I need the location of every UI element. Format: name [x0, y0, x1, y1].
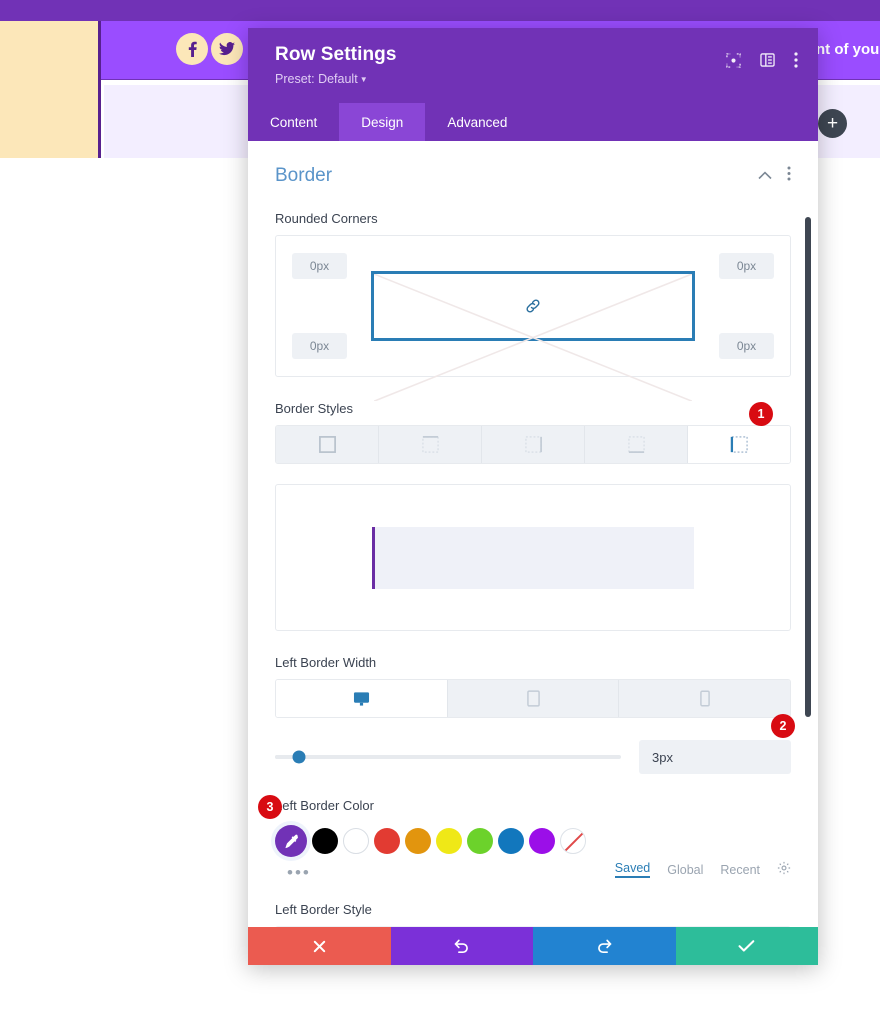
border-styles-group	[275, 425, 791, 464]
modal-header: Row Settings Preset: Default ▼	[248, 28, 818, 103]
more-colors-button[interactable]: •••	[287, 864, 311, 881]
corner-bottom-left-input[interactable]: 0px	[292, 333, 347, 359]
border-style-top[interactable]	[379, 426, 482, 463]
modal-title: Row Settings	[275, 44, 397, 65]
chevron-down-icon: ▼	[359, 75, 368, 84]
section-title: Border	[275, 165, 333, 186]
preset-label: Preset: Default	[275, 72, 358, 86]
top-purple-bar	[0, 0, 880, 20]
corner-top-right-input[interactable]: 0px	[719, 253, 774, 279]
palette-tab-global[interactable]: Global	[667, 863, 703, 877]
row-settings-modal: Row Settings Preset: Default ▼ Content D…	[248, 28, 818, 965]
tablet-icon[interactable]	[447, 680, 620, 717]
corner-preview-rect	[371, 271, 695, 402]
responsive-device-tabs	[275, 679, 791, 718]
swatch-black[interactable]	[312, 828, 338, 854]
redo-arrow-icon	[597, 939, 612, 953]
facebook-icon[interactable]	[176, 33, 208, 65]
left-border-width-label: Left Border Width	[275, 655, 377, 670]
modal-tabs: Content Design Advanced	[248, 103, 818, 141]
swatch-blue[interactable]	[498, 828, 524, 854]
border-style-bottom[interactable]	[585, 426, 688, 463]
border-section-header: Border	[275, 141, 791, 187]
palette-tab-saved[interactable]: Saved	[614, 861, 651, 878]
scrollbar-thumb[interactable]	[805, 217, 811, 717]
preset-selector[interactable]: Preset: Default ▼	[275, 72, 796, 86]
check-icon	[738, 940, 755, 952]
rounded-corners-widget: 0px 0px 0px 0px	[275, 235, 791, 402]
undo-arrow-icon	[454, 939, 469, 953]
swatch-white[interactable]	[343, 828, 369, 854]
rounded-corners-label: Rounded Corners	[275, 211, 378, 226]
border-preview-element	[372, 526, 694, 589]
background-tagline: nt of your	[816, 41, 880, 58]
left-border-width-slider[interactable]	[275, 750, 621, 764]
swatch-orange[interactable]	[405, 828, 431, 854]
section-controls	[758, 166, 791, 186]
corner-bottom-right-input[interactable]: 0px	[719, 333, 774, 359]
eyedropper-icon	[284, 834, 298, 848]
border-styles-label: Border Styles	[275, 401, 354, 416]
add-section-button[interactable]: +	[818, 109, 847, 138]
more-options-icon[interactable]	[787, 166, 791, 186]
left-border-style-label: Left Border Style	[275, 902, 372, 917]
left-border-style-select[interactable]: Solid	[275, 926, 791, 927]
close-x-icon	[313, 940, 325, 952]
tab-advanced[interactable]: Advanced	[425, 103, 529, 141]
swatch-green[interactable]	[467, 828, 493, 854]
cream-sidebar-block	[0, 21, 101, 158]
left-border-width-control: 3px	[275, 740, 791, 774]
swatch-violet[interactable]	[529, 828, 555, 854]
modal-body: Border Rounded Corners 0px 0px 0px 0px B…	[248, 141, 818, 927]
border-preview	[275, 484, 791, 631]
redo-button[interactable]	[533, 927, 676, 965]
modal-footer	[248, 927, 818, 965]
left-border-color-selected[interactable]	[275, 825, 307, 857]
layout-panel-icon[interactable]	[760, 53, 775, 67]
gear-icon[interactable]	[777, 861, 791, 878]
step-badge-2: 2	[771, 714, 795, 738]
focus-target-icon[interactable]	[726, 52, 741, 68]
corner-top-left-input[interactable]: 0px	[292, 253, 347, 279]
tab-content[interactable]: Content	[248, 103, 339, 141]
border-style-all-sides[interactable]	[276, 426, 379, 463]
tab-design[interactable]: Design	[339, 103, 426, 141]
palette-tabs: Saved Global Recent	[614, 861, 791, 878]
color-swatches	[275, 825, 791, 857]
step-badge-1: 1	[749, 402, 773, 426]
modal-header-icons	[726, 52, 798, 68]
border-style-left[interactable]	[688, 426, 790, 463]
more-options-icon[interactable]	[794, 52, 798, 68]
step-badge-3: 3	[258, 795, 282, 819]
twitter-icon[interactable]	[211, 33, 243, 65]
chevron-up-icon[interactable]	[758, 167, 772, 185]
scrollbar-track[interactable]	[802, 141, 816, 927]
undo-button[interactable]	[390, 927, 533, 965]
desktop-icon[interactable]	[276, 680, 448, 717]
swatch-transparent[interactable]	[560, 828, 586, 854]
border-style-right[interactable]	[482, 426, 585, 463]
discard-button[interactable]	[248, 927, 391, 965]
swatch-yellow[interactable]	[436, 828, 462, 854]
palette-tab-recent[interactable]: Recent	[720, 863, 760, 877]
left-border-width-value[interactable]: 3px	[639, 740, 791, 774]
slider-handle[interactable]	[292, 750, 306, 764]
left-border-color-label: Left Border Color	[275, 798, 374, 813]
color-palette-footer: ••• Saved Global Recent	[275, 861, 791, 881]
swatch-red[interactable]	[374, 828, 400, 854]
phone-icon[interactable]	[619, 680, 790, 717]
link-chain-icon[interactable]	[520, 295, 546, 317]
save-button[interactable]	[675, 927, 818, 965]
